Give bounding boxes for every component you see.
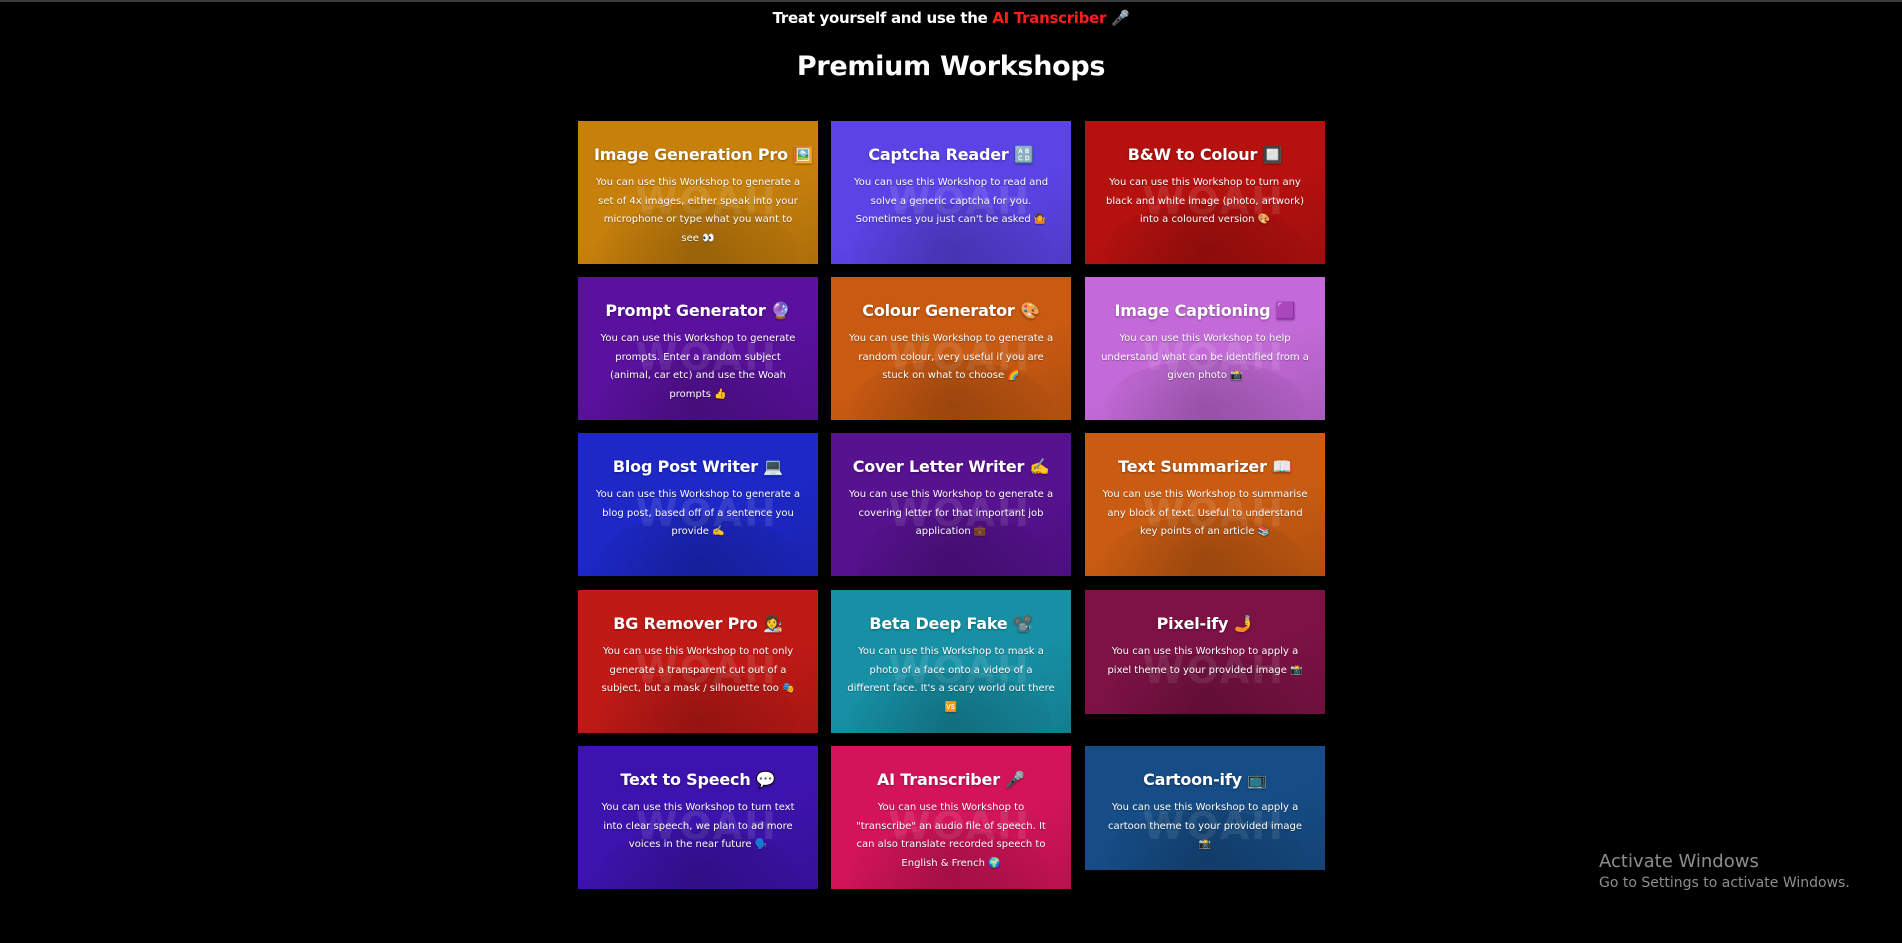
- activate-windows-title: Activate Windows: [1599, 851, 1759, 872]
- workshop-title: Captcha Reader 🔠: [868, 145, 1034, 164]
- browser-top-border: [0, 0, 1902, 2]
- workshop-description: You can use this Workshop to turn any bl…: [1106, 177, 1304, 225]
- workshop-title: Colour Generator 🎨: [862, 301, 1040, 320]
- ai-transcriber-link[interactable]: AI Transcriber: [992, 9, 1106, 27]
- workshop-description: You can use this Workshop to turn text i…: [601, 802, 795, 850]
- workshop-title: Blog Post Writer 💻: [612, 457, 784, 476]
- workshop-description: You can use this Workshop to read and so…: [853, 177, 1049, 225]
- workshop-card-colour-generator[interactable]: Colour Generator 🎨 You can use this Work…: [831, 277, 1071, 420]
- workshop-description: You can use this Workshop to summarise a…: [1102, 489, 1308, 537]
- workshop-title: Image Generation Pro 🖼️: [594, 145, 813, 164]
- workshop-card-bw-to-colour[interactable]: B&W to Colour 🔲 You can use this Worksho…: [1085, 121, 1325, 264]
- workshop-card-blog-post-writer[interactable]: Blog Post Writer 💻 You can use this Work…: [578, 433, 818, 576]
- workshop-description: You can use this Workshop to not only ge…: [601, 646, 795, 694]
- banner-prefix: Treat yourself and use the: [772, 9, 993, 27]
- workshop-title: Beta Deep Fake 📽️: [869, 614, 1033, 633]
- workshop-card-image-captioning[interactable]: Image Captioning 🟪 You can use this Work…: [1085, 277, 1325, 420]
- workshop-card-text-to-speech[interactable]: Text to Speech 💬 You can use this Worksh…: [578, 746, 818, 889]
- activate-windows-watermark: Activate Windows Go to Settings to activ…: [1599, 851, 1850, 891]
- workshop-description: You can use this Workshop to "transcribe…: [856, 802, 1046, 869]
- workshop-description: You can use this Workshop to mask a phot…: [847, 646, 1055, 713]
- workshop-description: You can use this Workshop to generate a …: [595, 177, 801, 244]
- workshop-card-ai-transcriber[interactable]: AI Transcriber 🎤 You can use this Worksh…: [831, 746, 1071, 889]
- workshop-title: B&W to Colour 🔲: [1127, 145, 1283, 164]
- workshop-card-pixel-ify[interactable]: Pixel-ify 🤳 You can use this Workshop to…: [1085, 590, 1325, 714]
- workshop-description: You can use this Workshop to generate a …: [848, 333, 1054, 381]
- workshop-card-image-generation-pro[interactable]: Image Generation Pro 🖼️ You can use this…: [578, 121, 818, 264]
- workshop-card-cartoon-ify[interactable]: Cartoon-ify 📺 You can use this Workshop …: [1085, 746, 1325, 870]
- workshop-card-cover-letter-writer[interactable]: Cover Letter Writer ✍️ You can use this …: [831, 433, 1071, 576]
- workshop-title: Text Summarizer 📖: [1118, 457, 1292, 476]
- workshop-title: Text to Speech 💬: [620, 770, 776, 789]
- workshop-card-text-summarizer[interactable]: Text Summarizer 📖 You can use this Works…: [1085, 433, 1325, 576]
- workshop-title: BG Remover Pro 👩‍🎨: [613, 614, 783, 633]
- activate-windows-subtitle: Go to Settings to activate Windows.: [1599, 875, 1850, 891]
- workshop-description: You can use this Workshop to help unders…: [1101, 333, 1309, 381]
- workshop-card-bg-remover-pro[interactable]: BG Remover Pro 👩‍🎨 You can use this Work…: [578, 590, 818, 733]
- workshop-description: You can use this Workshop to generate a …: [595, 489, 801, 537]
- workshop-title: Cartoon-ify 📺: [1143, 770, 1267, 789]
- workshop-description: You can use this Workshop to generate a …: [848, 489, 1054, 537]
- workshop-card-beta-deep-fake[interactable]: Beta Deep Fake 📽️ You can use this Works…: [831, 590, 1071, 733]
- workshop-title: Pixel-ify 🤳: [1156, 614, 1254, 633]
- page-title: Premium Workshops: [796, 51, 1106, 82]
- workshop-title: Prompt Generator 🔮: [605, 301, 791, 320]
- workshop-card-captcha-reader[interactable]: Captcha Reader 🔠 You can use this Worksh…: [831, 121, 1071, 264]
- workshop-title: AI Transcriber 🎤: [876, 770, 1025, 789]
- workshop-description: You can use this Workshop to generate pr…: [600, 333, 796, 400]
- promo-banner: Treat yourself and use the AI Transcribe…: [0, 9, 1902, 27]
- workshop-description: You can use this Workshop to apply a car…: [1107, 802, 1302, 850]
- workshop-title: Image Captioning 🟪: [1114, 301, 1296, 320]
- microphone-icon: 🎤: [1106, 9, 1130, 27]
- workshop-title: Cover Letter Writer ✍️: [852, 457, 1050, 476]
- workshop-description: You can use this Workshop to apply a pix…: [1107, 646, 1303, 676]
- workshop-card-prompt-generator[interactable]: Prompt Generator 🔮 You can use this Work…: [578, 277, 818, 420]
